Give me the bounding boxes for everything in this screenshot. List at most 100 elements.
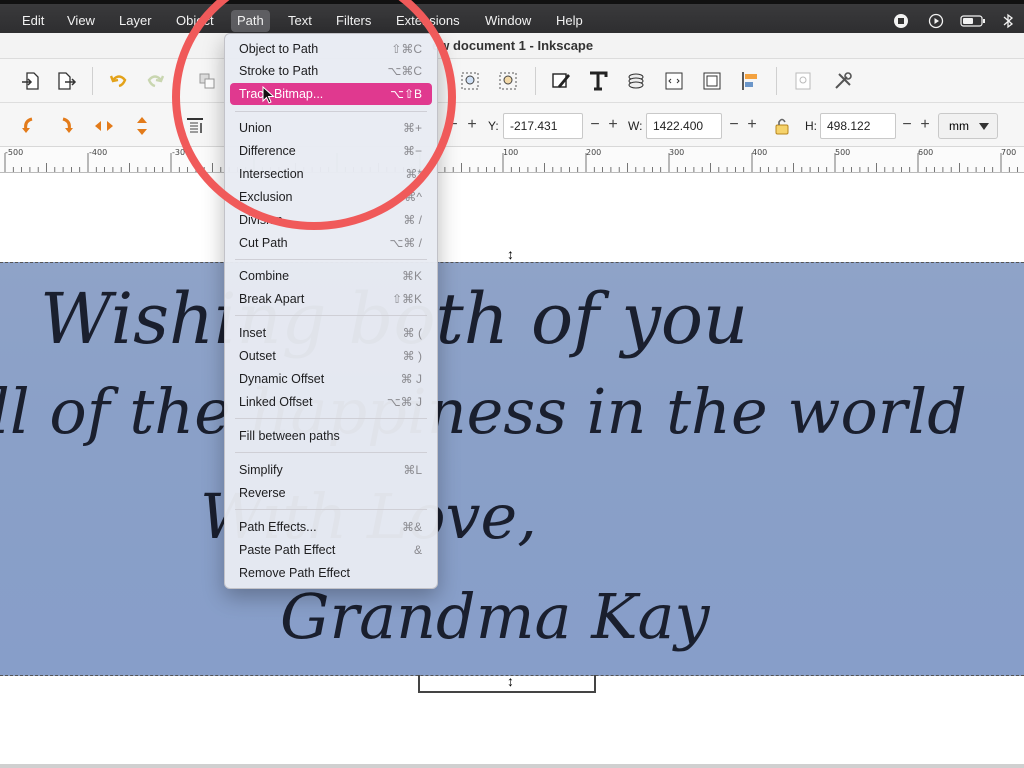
w-increment-button[interactable]: +	[744, 115, 760, 135]
ruler-label: -400	[89, 148, 108, 157]
menu-help[interactable]: Help	[550, 10, 589, 32]
stop-record-icon[interactable]	[893, 13, 909, 29]
menu-item-label: Difference	[239, 144, 296, 158]
menu-item-intersection[interactable]: Intersection ⌘*	[230, 163, 432, 185]
menu-item-simplify[interactable]: Simplify ⌘L	[230, 459, 432, 481]
menu-item-linked-offset[interactable]: Linked Offset ⌥⌘ J	[230, 391, 432, 413]
handwritten-note-bitmap[interactable]: Wishing both of you ll of the happiness …	[0, 262, 1024, 676]
duplicate-icon[interactable]	[196, 70, 218, 92]
menu-item-break-apart[interactable]: Break Apart ⇧⌘K	[230, 288, 432, 310]
ruler-label: 300	[669, 148, 685, 157]
menu-item-shortcut: ⌘−	[402, 144, 422, 158]
menu-item-label: Reverse	[239, 486, 286, 500]
undo-icon[interactable]	[108, 70, 130, 92]
text-font-icon[interactable]	[587, 70, 609, 92]
menu-path[interactable]: Path	[231, 10, 270, 32]
menu-view[interactable]: View	[61, 10, 101, 32]
menu-item-label: Stroke to Path	[239, 64, 319, 78]
menu-item-label: Dynamic Offset	[239, 372, 325, 386]
menu-item-reverse[interactable]: Reverse	[230, 482, 432, 504]
menu-item-object-to-path[interactable]: Object to Path ⇧⌘C	[230, 38, 432, 60]
menu-extensions[interactable]: Extensions	[390, 10, 466, 32]
chevron-down-icon	[979, 123, 989, 130]
rotate-cw-icon[interactable]	[55, 115, 77, 137]
menu-item-label: Division	[239, 213, 283, 227]
w-field[interactable]: 1422.400	[646, 113, 722, 139]
ruler-label: 700	[1001, 148, 1017, 157]
menu-object[interactable]: Object	[170, 10, 220, 32]
menu-item-inset[interactable]: Inset ⌘ (	[230, 322, 432, 344]
lock-ratio-icon[interactable]	[771, 115, 793, 137]
rotate-ccw-icon[interactable]	[18, 115, 40, 137]
menu-window[interactable]: Window	[479, 10, 537, 32]
h-increment-button[interactable]: +	[917, 115, 933, 135]
bluetooth-icon[interactable]	[1002, 13, 1014, 29]
h-field[interactable]: 498.122	[820, 113, 896, 139]
menu-item-cut-path[interactable]: Cut Path ⌥⌘ /	[230, 232, 432, 254]
h-label: H:	[805, 119, 817, 133]
play-icon[interactable]	[928, 13, 944, 29]
raise-to-top-icon[interactable]	[184, 115, 206, 137]
tools-icon[interactable]	[832, 70, 854, 92]
battery-icon[interactable]	[960, 13, 986, 29]
menu-item-label: Intersection	[239, 167, 304, 181]
document-properties-icon[interactable]	[701, 70, 723, 92]
menu-item-shortcut: ⌘+	[402, 121, 422, 135]
scale-handle-bottom[interactable]: ↕	[507, 673, 514, 689]
menu-item-label: Combine	[239, 269, 290, 283]
ruler-label: 400	[752, 148, 768, 157]
menu-item-shortcut: ⌘^	[404, 190, 422, 204]
menu-item-shortcut: ⌥⌘ /	[389, 236, 423, 250]
x-decrement-button[interactable]: −	[445, 115, 461, 135]
ruler-label: 600	[918, 148, 934, 157]
align-distribute-icon[interactable]	[739, 70, 761, 92]
w-decrement-button[interactable]: −	[726, 115, 742, 135]
macos-menubar: Edit View Layer Object Path Text Filters…	[0, 0, 1024, 33]
drawing-canvas[interactable]: ↕ Wishing both of you ll of the happines…	[0, 173, 1024, 768]
menu-item-dynamic-offset[interactable]: Dynamic Offset ⌘ J	[230, 368, 432, 390]
menu-layer[interactable]: Layer	[113, 10, 158, 32]
w-label: W:	[628, 119, 643, 133]
flip-vertical-icon[interactable]	[131, 115, 153, 137]
menu-item-difference[interactable]: Difference ⌘−	[230, 140, 432, 162]
horizontal-ruler[interactable]: -500 -400 -300 100 200 300 400 500 600 7…	[0, 147, 1024, 173]
menu-item-fill-between-paths[interactable]: Fill between paths	[230, 425, 432, 447]
y-decrement-button[interactable]: −	[587, 115, 603, 135]
menu-item-label: Exclusion	[239, 190, 293, 204]
menu-item-label: Paste Path Effect	[239, 543, 336, 557]
zoom-drawing-icon[interactable]	[497, 70, 519, 92]
menu-item-outset[interactable]: Outset ⌘ )	[230, 345, 432, 367]
menu-item-path-effects[interactable]: Path Effects... ⌘&	[230, 516, 432, 538]
menu-item-stroke-to-path[interactable]: Stroke to Path ⌥⌘C	[230, 60, 432, 82]
menu-item-remove-path-effect[interactable]: Remove Path Effect	[230, 562, 432, 584]
menu-item-paste-path-effect[interactable]: Paste Path Effect &	[230, 539, 432, 561]
y-field[interactable]: -217.431	[503, 113, 583, 139]
fill-stroke-icon[interactable]	[550, 70, 572, 92]
menu-item-exclusion[interactable]: Exclusion ⌘^	[230, 186, 432, 208]
menu-separator	[235, 452, 427, 453]
menu-item-union[interactable]: Union ⌘+	[230, 117, 432, 139]
flip-horizontal-icon[interactable]	[93, 115, 115, 137]
export-icon[interactable]	[55, 70, 77, 92]
xml-editor-icon[interactable]	[663, 70, 685, 92]
menu-item-combine[interactable]: Combine ⌘K	[230, 265, 432, 287]
scale-handle-top[interactable]: ↕	[507, 246, 514, 262]
redo-icon[interactable]	[144, 70, 166, 92]
import-icon[interactable]	[20, 70, 42, 92]
preferences-icon[interactable]	[792, 70, 814, 92]
menu-item-label: Simplify	[239, 463, 283, 477]
menu-edit[interactable]: Edit	[16, 10, 50, 32]
ruler-label: 100	[503, 148, 519, 157]
y-increment-button[interactable]: +	[605, 115, 621, 135]
zoom-selection-icon[interactable]	[459, 70, 481, 92]
unit-select[interactable]: mm	[938, 113, 998, 139]
x-increment-button[interactable]: +	[464, 115, 480, 135]
menu-item-shortcut: ⌘ J	[400, 372, 422, 386]
h-decrement-button[interactable]: −	[899, 115, 915, 135]
menu-item-division[interactable]: Division ⌘ /	[230, 209, 432, 231]
menu-text[interactable]: Text	[282, 10, 318, 32]
menu-item-trace-bitmap[interactable]: Trace Bitmap... ⌥⇧B	[230, 83, 432, 105]
menu-filters[interactable]: Filters	[330, 10, 377, 32]
layers-icon[interactable]	[625, 70, 647, 92]
menu-separator	[235, 111, 427, 112]
